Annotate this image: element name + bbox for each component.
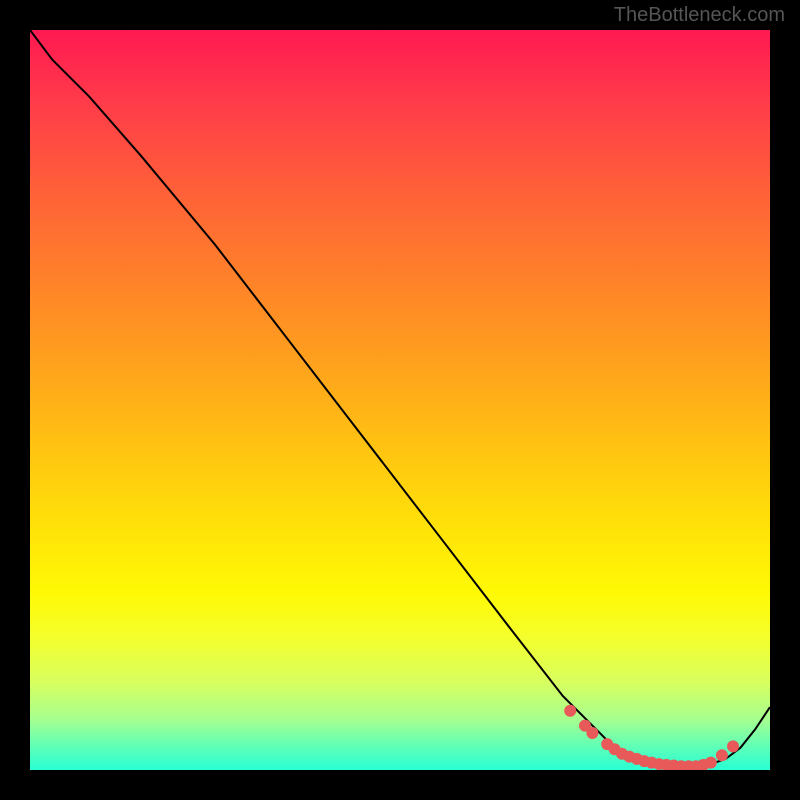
data-point [716, 749, 728, 761]
bottleneck-curve [30, 30, 770, 766]
data-point [705, 757, 717, 769]
watermark-text: TheBottleneck.com [614, 4, 785, 27]
chart-svg [30, 30, 770, 770]
chart-area [30, 30, 770, 770]
data-point [586, 727, 598, 739]
data-point [564, 705, 576, 717]
data-point [727, 740, 739, 752]
